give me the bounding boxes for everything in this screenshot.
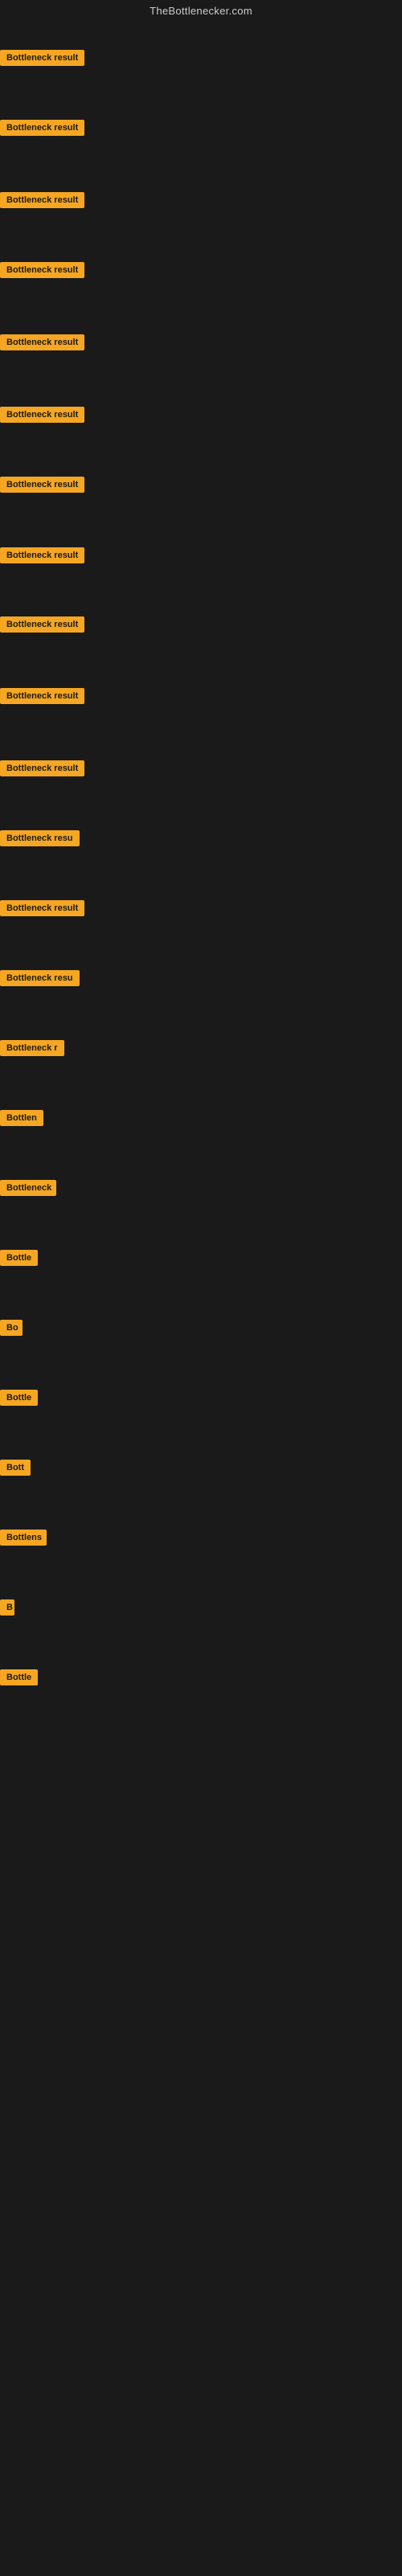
bottleneck-result-item: Bottleneck result (0, 547, 84, 567)
bottleneck-badge: Bottleneck result (0, 760, 84, 776)
bottleneck-badge: Bottleneck result (0, 334, 84, 350)
bottleneck-badge: Bottleneck resu (0, 830, 80, 846)
bottleneck-badge: Bottle (0, 1250, 38, 1266)
bottleneck-badge: Bottleneck result (0, 547, 84, 563)
bottleneck-badge: Bottlen (0, 1110, 43, 1126)
bottleneck-badge: Bottleneck (0, 1180, 56, 1196)
site-title: TheBottlenecker.com (0, 0, 402, 20)
bottleneck-result-item: Bottlens (0, 1530, 47, 1550)
bottleneck-badge: Bottleneck r (0, 1040, 64, 1056)
bottleneck-result-item: Bottleneck (0, 1180, 56, 1200)
bottleneck-result-item: Bott (0, 1460, 31, 1480)
bottleneck-result-item: Bottleneck r (0, 1040, 64, 1060)
bottleneck-badge: Bottleneck resu (0, 970, 80, 986)
bottleneck-badge: Bottleneck result (0, 407, 84, 423)
bottleneck-badge: Bottleneck result (0, 120, 84, 136)
bottleneck-result-item: Bo (0, 1320, 23, 1340)
bottleneck-result-item: Bottleneck resu (0, 830, 80, 850)
bottleneck-result-item: Bottleneck result (0, 477, 84, 497)
bottleneck-badge: Bottleneck result (0, 192, 84, 208)
bottleneck-result-item: Bottleneck result (0, 262, 84, 282)
bottleneck-result-item: Bottle (0, 1390, 38, 1410)
bottleneck-result-item: Bottleneck result (0, 616, 84, 637)
bottleneck-badge: B (0, 1599, 14, 1616)
bottleneck-result-item: Bottlen (0, 1110, 43, 1130)
bottleneck-result-item: Bottleneck result (0, 334, 84, 354)
bottleneck-result-item: Bottleneck result (0, 688, 84, 708)
bottleneck-result-item: Bottleneck result (0, 192, 84, 212)
bottleneck-badge: Bottleneck result (0, 688, 84, 704)
bottleneck-badge: Bottleneck result (0, 616, 84, 633)
bottleneck-result-item: Bottleneck result (0, 760, 84, 780)
bottleneck-result-item: Bottle (0, 1669, 38, 1689)
bottleneck-result-item: Bottleneck result (0, 407, 84, 427)
bottleneck-badge: Bottleneck result (0, 900, 84, 916)
bottleneck-result-item: Bottleneck result (0, 50, 84, 70)
bottleneck-badge: Bottle (0, 1669, 38, 1685)
bottleneck-badge: Bottleneck result (0, 262, 84, 278)
bottleneck-badge: Bottleneck result (0, 50, 84, 66)
bottleneck-result-item: Bottle (0, 1250, 38, 1270)
bottleneck-result-item: Bottleneck result (0, 900, 84, 920)
bottleneck-badge: Bottleneck result (0, 477, 84, 493)
bottleneck-badge: Bottlens (0, 1530, 47, 1546)
bottleneck-badge: Bo (0, 1320, 23, 1336)
bottleneck-result-item: Bottleneck result (0, 120, 84, 140)
bottleneck-badge: Bottle (0, 1390, 38, 1406)
bottleneck-result-item: Bottleneck resu (0, 970, 80, 990)
bottleneck-result-item: B (0, 1599, 14, 1620)
bottleneck-badge: Bott (0, 1460, 31, 1476)
